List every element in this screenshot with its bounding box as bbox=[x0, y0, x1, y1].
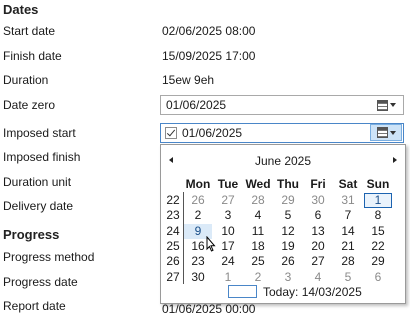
calendar-day[interactable]: 21 bbox=[334, 239, 362, 254]
report-date-label: Report date bbox=[3, 299, 66, 313]
delivery-date-label: Delivery date bbox=[3, 199, 74, 213]
calendar-day[interactable]: 5 bbox=[274, 208, 302, 223]
week-number: 24 bbox=[166, 223, 180, 238]
calendar-day[interactable]: 22 bbox=[364, 239, 392, 254]
calendar-day[interactable]: 28 bbox=[334, 254, 362, 269]
duration-unit-label: Duration unit bbox=[3, 175, 72, 189]
calendar-day[interactable]: 14 bbox=[334, 224, 362, 239]
calendar-day[interactable]: 31 bbox=[334, 193, 362, 208]
chevron-down-icon bbox=[389, 130, 396, 135]
calendar-day[interactable]: 2 bbox=[244, 270, 272, 285]
report-date-value[interactable]: 01/06/2025 00:00 bbox=[162, 302, 255, 316]
today-button[interactable]: Today: 14/03/2025 bbox=[263, 285, 362, 299]
weekday-header: Thu bbox=[277, 177, 299, 191]
date-zero-dropdown-button[interactable] bbox=[370, 97, 402, 113]
calendar-day[interactable]: 29 bbox=[364, 254, 392, 269]
calendar-day[interactable]: 27 bbox=[304, 254, 332, 269]
weekday-header: Tue bbox=[217, 177, 239, 191]
start-date-label: Start date bbox=[3, 24, 56, 38]
calendar-day[interactable]: 20 bbox=[304, 239, 332, 254]
date-zero-label: Date zero bbox=[3, 98, 56, 112]
week-number: 22 bbox=[166, 193, 180, 207]
calendar-icon bbox=[376, 99, 388, 111]
weekday-header: Fri bbox=[310, 177, 326, 191]
weekday-header: Sat bbox=[338, 177, 358, 191]
calendar-day[interactable]: 26 bbox=[184, 193, 212, 208]
week-number: 26 bbox=[166, 254, 180, 269]
calendar-day[interactable]: 19 bbox=[274, 239, 302, 254]
weekday-header: Mon bbox=[185, 177, 211, 191]
calendar-day[interactable]: 25 bbox=[244, 254, 272, 269]
calendar-day[interactable]: 26 bbox=[274, 254, 302, 269]
calendar-month-title[interactable]: June 2025 bbox=[161, 154, 405, 168]
calendar-day[interactable]: 18 bbox=[244, 239, 272, 254]
calendar-day[interactable]: 28 bbox=[244, 193, 272, 208]
duration-label: Duration bbox=[3, 73, 49, 87]
calendar-icon bbox=[376, 127, 388, 138]
calendar-day[interactable]: 30 bbox=[304, 193, 332, 208]
finish-date-value[interactable]: 15/09/2025 17:00 bbox=[162, 49, 255, 63]
calendar-day[interactable]: 24 bbox=[214, 254, 242, 269]
calendar-day[interactable]: 6 bbox=[304, 208, 332, 223]
calendar-day[interactable]: 4 bbox=[244, 208, 272, 223]
weekday-header: Sun bbox=[366, 177, 390, 191]
finish-date-label: Finish date bbox=[3, 49, 62, 63]
calendar-day[interactable]: 15 bbox=[364, 224, 392, 239]
mouse-cursor-icon bbox=[206, 236, 216, 252]
section-progress-title: Progress bbox=[3, 227, 60, 242]
calendar-day[interactable]: 30 bbox=[184, 270, 212, 285]
calendar-day[interactable]: 10 bbox=[214, 224, 242, 239]
chevron-down-icon bbox=[389, 103, 396, 107]
imposed-start-dropdown-button[interactable] bbox=[370, 124, 402, 141]
week-number: 27 bbox=[166, 269, 180, 284]
calendar-day[interactable]: 11 bbox=[244, 224, 272, 239]
calendar-day[interactable]: 6 bbox=[364, 270, 392, 285]
today-indicator bbox=[228, 285, 257, 298]
progress-date-label: Progress date bbox=[3, 275, 78, 289]
imposed-start-picker[interactable]: 01/06/2025 bbox=[160, 123, 404, 143]
date-zero-value[interactable]: 01/06/2025 bbox=[166, 98, 226, 112]
calendar-day[interactable]: 23 bbox=[184, 254, 212, 269]
start-date-value[interactable]: 02/06/2025 08:00 bbox=[162, 24, 255, 38]
calendar-day[interactable]: 1 bbox=[214, 270, 242, 285]
calendar-day[interactable]: 3 bbox=[274, 270, 302, 285]
calendar-day[interactable]: 5 bbox=[334, 270, 362, 285]
week-number: 23 bbox=[166, 208, 180, 223]
imposed-finish-label: Imposed finish bbox=[3, 150, 81, 164]
section-dates-title: Dates bbox=[3, 2, 39, 17]
week-number: 25 bbox=[166, 238, 180, 253]
calendar-popup: June 2025 Mon Tue Wed Thu Fri Sat Sun 22 26 27 28… bbox=[160, 144, 406, 304]
calendar-day[interactable]: 29 bbox=[274, 193, 302, 208]
weekday-header: Wed bbox=[245, 177, 271, 191]
calendar-day[interactable]: 3 bbox=[214, 208, 242, 223]
imposed-start-checkbox[interactable] bbox=[165, 127, 177, 139]
calendar-day[interactable]: 2 bbox=[184, 208, 212, 223]
calendar-day[interactable]: 13 bbox=[304, 224, 332, 239]
calendar-day[interactable]: 8 bbox=[364, 208, 392, 223]
calendar-day[interactable]: 4 bbox=[304, 270, 332, 285]
date-zero-picker[interactable]: 01/06/2025 bbox=[160, 95, 404, 115]
next-month-icon[interactable] bbox=[393, 157, 397, 163]
calendar-day[interactable]: 7 bbox=[334, 208, 362, 223]
duration-value[interactable]: 15ew 9eh bbox=[162, 73, 214, 87]
imposed-start-value[interactable]: 01/06/2025 bbox=[182, 126, 242, 140]
progress-method-label: Progress method bbox=[3, 250, 95, 264]
calendar-day[interactable]: 17 bbox=[214, 239, 242, 254]
calendar-day[interactable]: 27 bbox=[214, 193, 242, 208]
calendar-day[interactable]: 12 bbox=[274, 224, 302, 239]
imposed-start-label: Imposed start bbox=[3, 126, 76, 140]
calendar-day-selected[interactable]: 1 bbox=[364, 193, 392, 208]
